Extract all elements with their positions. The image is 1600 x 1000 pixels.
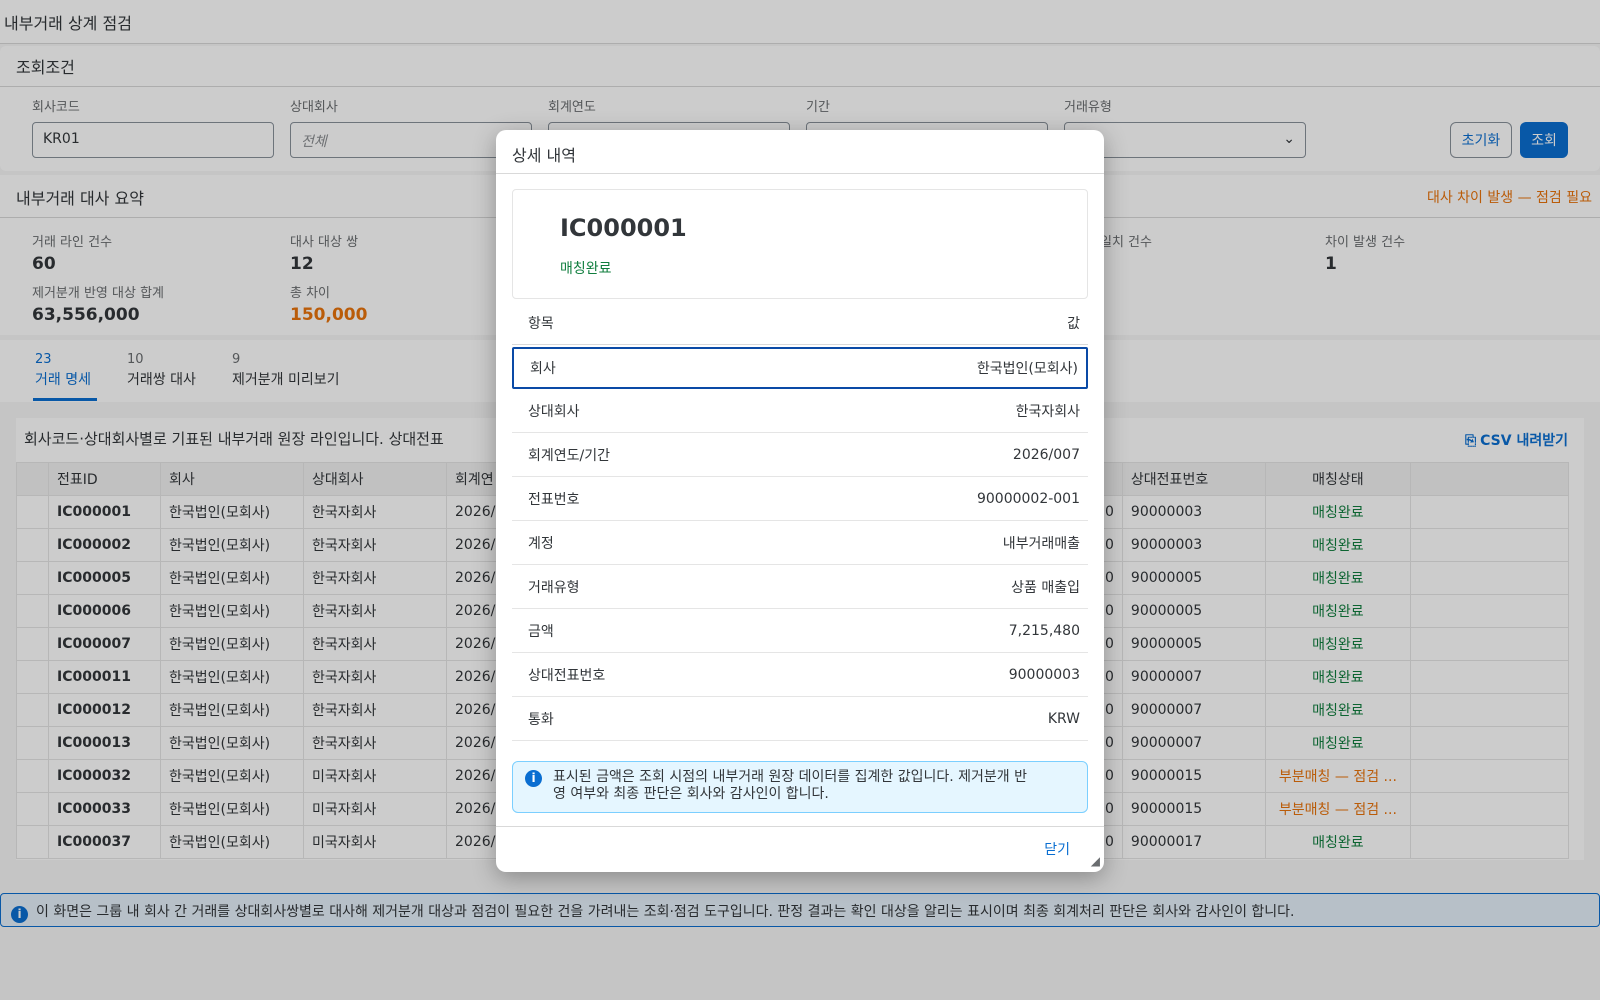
detail-dialog: 상세 내역 IC000001 매칭완료 항목 값 회사 한국법인(모회사) 상대회사… — [496, 130, 1104, 872]
close-button[interactable]: 닫기 — [1044, 839, 1070, 859]
detail-row[interactable]: 통화 KRW — [512, 697, 1088, 741]
detail-label: 계정 — [528, 535, 554, 552]
detail-label: 상대회사 — [528, 403, 580, 420]
detail-value: 한국법인(모회사) — [976, 361, 1078, 377]
detail-row[interactable]: 회계연도/기간 2026/007 — [512, 433, 1088, 477]
detail-label: 금액 — [528, 623, 554, 640]
detail-row[interactable]: 거래유형 상품 매출입 — [512, 565, 1088, 609]
detail-value: 2026/007 — [1012, 446, 1080, 463]
detail-value: 한국자회사 — [1015, 403, 1080, 420]
resize-handle-icon[interactable]: ◢ — [1091, 854, 1100, 868]
detail-label: 상대전표번호 — [528, 667, 606, 684]
dialog-info-message: i 표시된 금액은 조회 시점의 내부거래 원장 데이터를 집계한 값입니다. … — [512, 761, 1088, 813]
detail-row[interactable]: 회사 한국법인(모회사) — [512, 347, 1088, 389]
detail-value: KRW — [1047, 710, 1080, 727]
item-column-header: 항목 — [528, 315, 554, 332]
dialog-title: 상세 내역 — [496, 130, 1104, 174]
detail-value: 90000003 — [1008, 666, 1080, 683]
detail-table: 항목 값 회사 한국법인(모회사) 상대회사 한국자회사회계연도/기간 2026/007… — [512, 301, 1088, 741]
detail-value: 90000002-001 — [976, 490, 1080, 507]
detail-value: 상품 매출입 — [1011, 579, 1080, 596]
dialog-footer: 닫기 ◢ — [496, 826, 1104, 872]
detail-label: 거래유형 — [528, 579, 580, 596]
detail-label: 전표번호 — [528, 491, 580, 508]
detail-row[interactable]: 계정 내부거래매출 — [512, 521, 1088, 565]
info-icon: i — [525, 770, 542, 787]
detail-value: 내부거래매출 — [1002, 535, 1080, 552]
detail-table-header: 항목 값 — [512, 301, 1088, 345]
value-column-header: 값 — [1067, 315, 1080, 332]
detail-row[interactable]: 상대전표번호 90000003 — [512, 653, 1088, 697]
info-line: 영 여부와 최종 판단은 회사와 감사인이 합니다. — [553, 786, 829, 802]
record-id: IC000001 — [560, 214, 687, 242]
record-status: 매칭완료 — [560, 261, 612, 277]
detail-value: 7,215,480 — [1008, 622, 1080, 639]
detail-row[interactable]: 금액 7,215,480 — [512, 609, 1088, 653]
detail-row[interactable]: 상대회사 한국자회사 — [512, 389, 1088, 433]
record-header: IC000001 매칭완료 — [512, 189, 1088, 299]
detail-label: 회사 — [530, 361, 556, 377]
info-line: 표시된 금액은 조회 시점의 내부거래 원장 데이터를 집계한 값입니다. 제거… — [553, 769, 1027, 785]
detail-label: 회계연도/기간 — [528, 447, 610, 464]
detail-row[interactable]: 전표번호 90000002-001 — [512, 477, 1088, 521]
detail-label: 통화 — [528, 711, 554, 728]
